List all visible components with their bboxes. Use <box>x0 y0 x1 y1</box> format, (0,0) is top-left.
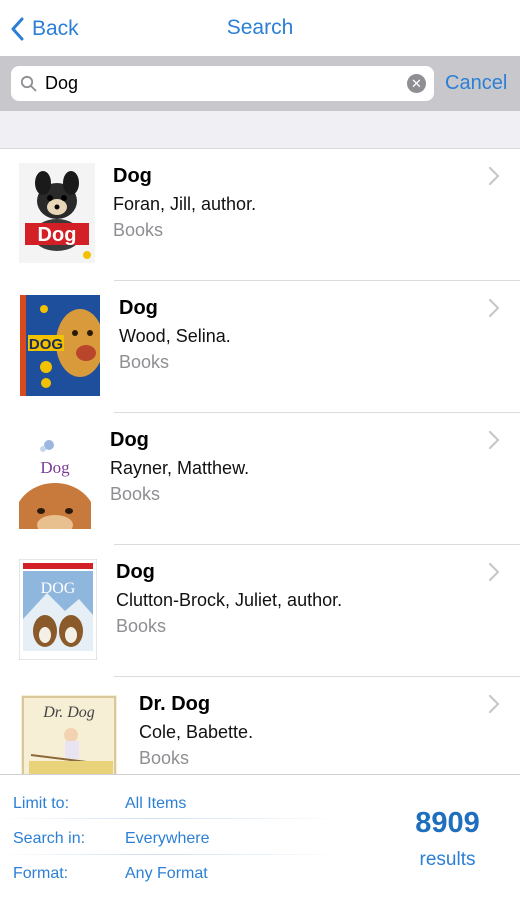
book-cover: Dog <box>19 433 91 529</box>
result-row[interactable]: DOG Dog Wood, Selina. Books <box>0 281 520 413</box>
result-format: Books <box>110 484 161 504</box>
cover-title: DOG <box>41 580 76 597</box>
format-label: Format: <box>13 865 69 882</box>
result-title: Dog <box>113 165 152 187</box>
book-cover: Dog <box>19 163 95 263</box>
result-count: 8909 <box>415 807 480 839</box>
result-format: Books <box>116 616 167 636</box>
result-author: Foran, Jill, author. <box>113 194 257 214</box>
search-bar: ✕ Cancel <box>0 56 520 111</box>
chevron-right-icon <box>488 298 500 318</box>
result-title: Dog <box>119 297 158 319</box>
result-title: Dog <box>110 429 149 451</box>
limit-label: Limit to: <box>13 795 70 812</box>
chevron-right-icon <box>488 430 500 450</box>
result-format: Books <box>119 352 170 372</box>
result-title: Dr. Dog <box>139 693 211 715</box>
result-format: Books <box>139 748 190 768</box>
result-author: Clutton-Brock, Juliet, author. <box>116 590 343 610</box>
limit-value[interactable]: All Items <box>125 795 186 813</box>
results-list: Dog Dog Foran, Jill, author. Books DOG D… <box>0 149 520 774</box>
result-format: Books <box>113 220 164 240</box>
section-spacer <box>0 111 520 149</box>
result-author: Rayner, Matthew. <box>110 458 250 478</box>
cover-title: Dog <box>38 224 77 246</box>
search-field[interactable]: ✕ <box>11 66 434 101</box>
result-author: Cole, Babette. <box>139 722 254 742</box>
cover-title: DOG <box>29 336 63 353</box>
chevron-right-icon <box>488 562 500 582</box>
cover-title: Dr. Dog <box>42 704 95 721</box>
result-row[interactable]: DOG Dog Clutton-Brock, Juliet, author. B… <box>0 545 520 677</box>
search-in-value[interactable]: Everywhere <box>125 830 209 848</box>
navigation-bar: Back Search <box>0 0 520 56</box>
search-icon <box>20 75 37 92</box>
cancel-button[interactable]: Cancel <box>445 72 507 95</box>
chevron-right-icon <box>488 166 500 186</box>
result-row[interactable]: Dog Dog Rayner, Matthew. Books <box>0 413 520 545</box>
filter-panel: Limit to: All Items Search in: Everywher… <box>0 774 520 900</box>
result-row[interactable]: Dog Dog Foran, Jill, author. Books <box>0 149 520 281</box>
filter-divider <box>0 818 340 819</box>
result-row[interactable]: Dr. Dog Dr. Dog Cole, Babette. Books <box>0 677 520 774</box>
clear-icon[interactable]: ✕ <box>407 74 426 93</box>
search-input[interactable] <box>45 71 405 96</box>
page-title: Search <box>226 16 294 39</box>
result-author: Wood, Selina. <box>119 326 231 346</box>
book-cover: DOG <box>19 559 97 660</box>
format-value[interactable]: Any Format <box>125 865 208 883</box>
book-cover: DOG <box>20 295 100 396</box>
filter-divider <box>0 854 340 855</box>
cover-title: Dog <box>40 458 70 477</box>
search-in-label: Search in: <box>13 830 86 847</box>
result-count-label: results <box>419 849 476 870</box>
book-cover: Dr. Dog <box>21 695 117 774</box>
chevron-right-icon <box>488 694 500 714</box>
result-title: Dog <box>116 561 155 583</box>
